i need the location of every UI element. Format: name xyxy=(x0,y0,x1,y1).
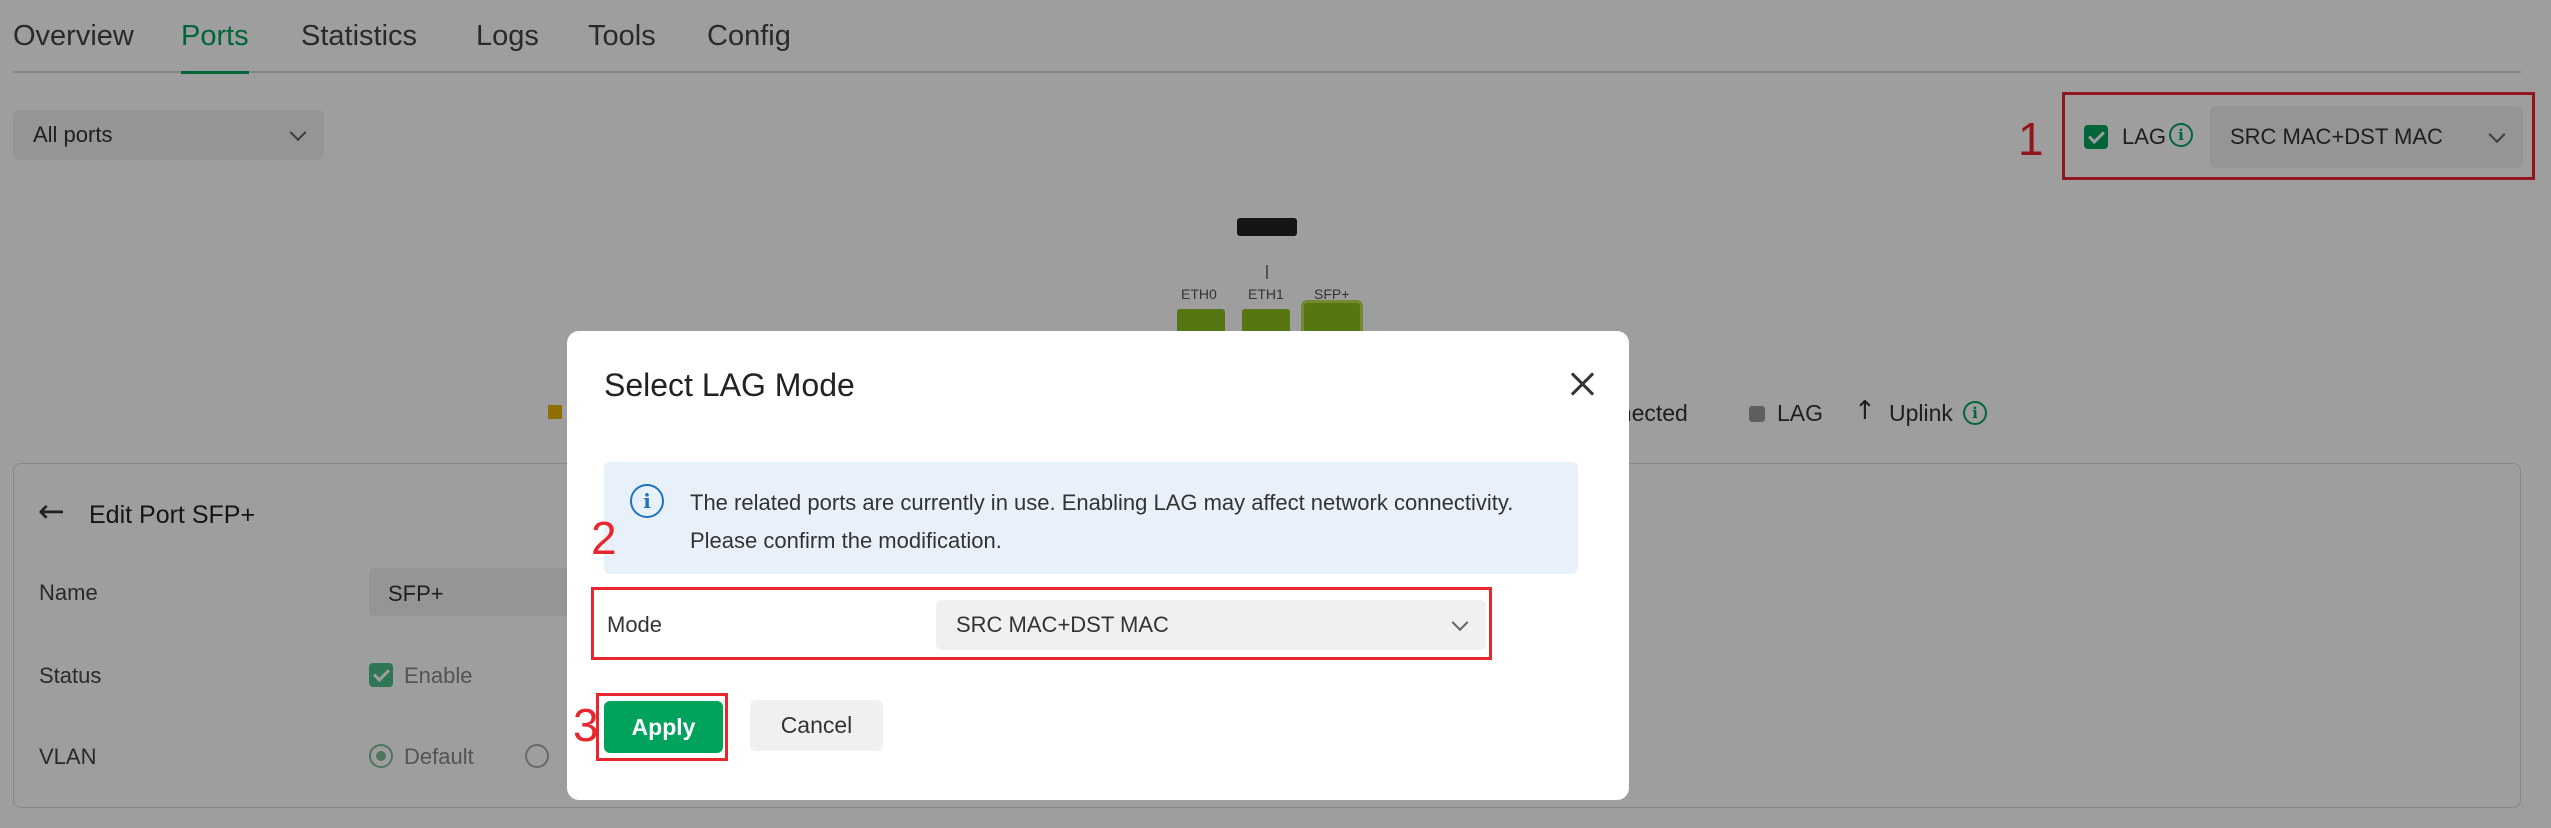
select-lag-mode-dialog: Select LAG Mode i The related ports are … xyxy=(567,331,1629,800)
apply-highlight: Apply xyxy=(596,693,728,761)
annotation-step-2: 2 xyxy=(591,512,617,564)
annotation-step-3: 3 xyxy=(573,699,599,751)
chevron-down-icon xyxy=(1451,614,1469,632)
apply-button[interactable]: Apply xyxy=(604,701,723,753)
mode-label: Mode xyxy=(607,612,663,637)
cancel-button[interactable]: Cancel xyxy=(750,700,883,751)
mode-select[interactable]: SRC MAC+DST MAC xyxy=(936,600,1486,650)
warning-notice: i The related ports are currently in use… xyxy=(604,462,1578,574)
dialog-title: Select LAG Mode xyxy=(604,367,855,403)
info-icon: i xyxy=(630,484,664,518)
notice-text: The related ports are currently in use. … xyxy=(690,490,1514,553)
mode-row-highlight: Mode SRC MAC+DST MAC xyxy=(591,587,1492,660)
mode-value: SRC MAC+DST MAC xyxy=(956,612,1169,637)
close-icon[interactable] xyxy=(1567,369,1597,399)
